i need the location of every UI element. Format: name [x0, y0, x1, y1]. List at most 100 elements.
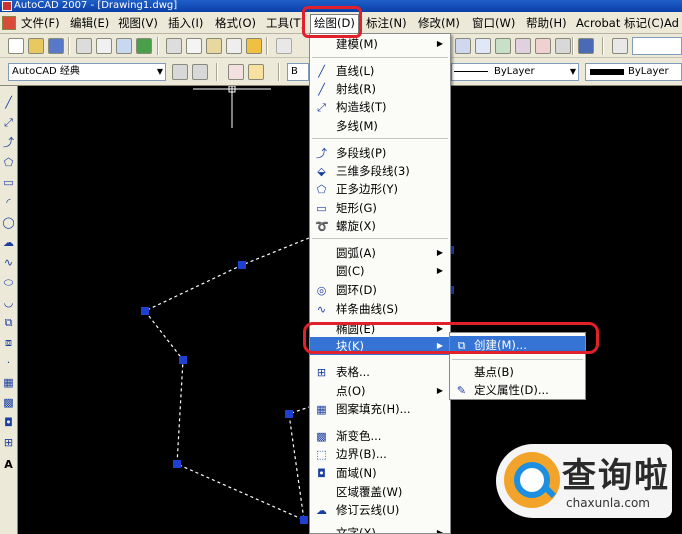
- menu-item-boundary[interactable]: ⬚ 边界(B)...: [310, 445, 450, 463]
- menu-view[interactable]: 视图(V): [118, 15, 158, 31]
- undo-icon[interactable]: [276, 38, 292, 54]
- point-icon[interactable]: ·: [2, 356, 15, 369]
- menu-item-construction-line[interactable]: ⤢ 构造线(T): [310, 98, 450, 116]
- circle-icon[interactable]: ◯: [2, 216, 15, 229]
- grip-node[interactable]: [179, 356, 187, 364]
- table-icon[interactable]: ⊞: [2, 436, 15, 449]
- menu-ad-truncated[interactable]: Ad: [664, 15, 679, 31]
- workspace-lock-icon[interactable]: [192, 64, 208, 80]
- cut-icon[interactable]: [166, 38, 182, 54]
- boundary-icon: ⬚: [316, 448, 327, 461]
- calculator-icon[interactable]: [555, 38, 571, 54]
- ellipse-icon[interactable]: ⬭: [2, 276, 15, 289]
- menu-item-text[interactable]: 文字(X) ▶: [310, 524, 450, 533]
- paste-icon[interactable]: [206, 38, 222, 54]
- lineweight-combo[interactable]: ByLayer: [585, 63, 682, 81]
- block-editor-icon[interactable]: [246, 38, 262, 54]
- menu-modify[interactable]: 修改(M): [418, 15, 460, 31]
- workspace-settings-icon[interactable]: [172, 64, 188, 80]
- rectangle-icon[interactable]: ▭: [2, 176, 15, 189]
- design-center-icon[interactable]: [475, 38, 491, 54]
- menu-item-polyline[interactable]: ⤴ 多段线(P): [310, 144, 450, 162]
- match-properties-icon[interactable]: [226, 38, 242, 54]
- markup-icon[interactable]: [535, 38, 551, 54]
- pdf-settings-icon[interactable]: [248, 64, 264, 80]
- 3d-dwf-icon[interactable]: [136, 38, 152, 54]
- menu-item-revision-cloud[interactable]: ☁ 修订云线(U): [310, 501, 450, 519]
- watermark-logo: 查询啦 chaxunla.com: [496, 444, 672, 518]
- selected-polyline[interactable]: [144, 237, 310, 521]
- help-icon[interactable]: [578, 38, 594, 54]
- multiline-text-icon[interactable]: A: [2, 458, 15, 471]
- annotation-highlight-block-create: [303, 322, 599, 354]
- workspace-combo[interactable]: AutoCAD 经典 ▼: [8, 63, 166, 81]
- 3dpolyline-icon: ⬙: [317, 165, 326, 178]
- toolbar-separator: [266, 37, 268, 55]
- make-block-icon[interactable]: ⧈: [2, 336, 15, 349]
- grip-node[interactable]: [141, 307, 149, 315]
- menu-item-table[interactable]: ⊞ 表格...: [310, 363, 450, 381]
- menu-dimension[interactable]: 标注(N): [366, 15, 407, 31]
- layer-combo[interactable]: B: [287, 63, 309, 81]
- menu-window[interactable]: 窗口(W): [472, 15, 515, 31]
- menu-item-line[interactable]: ╱ 直线(L): [310, 62, 450, 80]
- new-icon[interactable]: [8, 38, 24, 54]
- menu-item-spline[interactable]: ∿ 样条曲线(S): [310, 300, 450, 318]
- insert-block-icon[interactable]: ⧉: [2, 316, 15, 329]
- arc-icon[interactable]: ◜: [2, 196, 15, 209]
- menu-item-gradient[interactable]: ▩ 渐变色...: [310, 427, 450, 445]
- document-icon[interactable]: [2, 16, 16, 30]
- menu-item-hatch[interactable]: ▦ 图案填充(H)...: [310, 400, 450, 418]
- menu-tools[interactable]: 工具(T): [266, 15, 305, 31]
- menu-item-arc[interactable]: 圆弧(A) ▶: [310, 244, 450, 262]
- polygon-icon[interactable]: ⬠: [2, 156, 15, 169]
- spline-icon[interactable]: ∿: [2, 256, 15, 269]
- menu-insert[interactable]: 插入(I): [168, 15, 203, 31]
- menu-format[interactable]: 格式(O): [215, 15, 256, 31]
- menu-edit[interactable]: 编辑(E): [70, 15, 109, 31]
- grip-node[interactable]: [285, 410, 293, 418]
- menu-item-donut[interactable]: ◎ 圆环(D): [310, 281, 450, 299]
- menu-acrobat[interactable]: Acrobat 标记(C): [576, 15, 664, 31]
- linetype-combo[interactable]: ByLayer ▼: [451, 63, 579, 81]
- sheet-set-icon[interactable]: [515, 38, 531, 54]
- pdf-icon[interactable]: [228, 64, 244, 80]
- menu-item-base-point[interactable]: 基点(B): [450, 363, 585, 381]
- ellipse-arc-icon[interactable]: ◡: [2, 296, 15, 309]
- menu-item-wipeout[interactable]: 区域覆盖(W): [310, 483, 450, 501]
- line-icon[interactable]: ╱: [2, 96, 15, 109]
- menu-item-polygon[interactable]: ⬠ 正多边形(Y): [310, 180, 450, 198]
- menu-item-3d-polyline[interactable]: ⬙ 三维多段线(3): [310, 162, 450, 180]
- menu-item-ray[interactable]: ╱ 射线(R): [310, 80, 450, 98]
- text-style-icon[interactable]: [612, 38, 628, 54]
- grip-node[interactable]: [238, 261, 246, 269]
- menu-help[interactable]: 帮助(H): [526, 15, 567, 31]
- polyline-icon[interactable]: ⤴: [2, 136, 15, 149]
- menu-item-circle[interactable]: 圆(C) ▶: [310, 262, 450, 280]
- text-style-combo[interactable]: [632, 37, 682, 55]
- menu-item-region[interactable]: ◘ 面域(N): [310, 464, 450, 482]
- copy-icon[interactable]: [186, 38, 202, 54]
- print-icon[interactable]: [76, 38, 92, 54]
- grip-node[interactable]: [173, 460, 181, 468]
- menu-item-point[interactable]: 点(O) ▶: [310, 382, 450, 400]
- menu-item-rectangle[interactable]: ▭ 矩形(G): [310, 199, 450, 217]
- menu-item-label: 圆环(D): [336, 283, 377, 297]
- tool-palettes-icon[interactable]: [495, 38, 511, 54]
- xline-icon[interactable]: ⤢: [2, 116, 15, 129]
- properties-icon[interactable]: [455, 38, 471, 54]
- region-icon[interactable]: ◘: [2, 416, 15, 429]
- menu-item-define-attributes[interactable]: ✎ 定义属性(D)...: [450, 381, 585, 399]
- plot-preview-icon[interactable]: [96, 38, 112, 54]
- revcloud-icon[interactable]: ☁: [2, 236, 15, 249]
- open-icon[interactable]: [28, 38, 44, 54]
- save-icon[interactable]: [48, 38, 64, 54]
- gradient-icon[interactable]: ▩: [2, 396, 15, 409]
- grip-node[interactable]: [300, 516, 308, 524]
- menu-item-label: 多段线(P): [336, 146, 387, 160]
- menu-file[interactable]: 文件(F): [21, 15, 60, 31]
- menu-item-multiline[interactable]: 多线(M): [310, 117, 450, 135]
- hatch-icon[interactable]: ▦: [2, 376, 15, 389]
- publish-icon[interactable]: [116, 38, 132, 54]
- menu-item-helix[interactable]: ➰ 螺旋(X): [310, 217, 450, 235]
